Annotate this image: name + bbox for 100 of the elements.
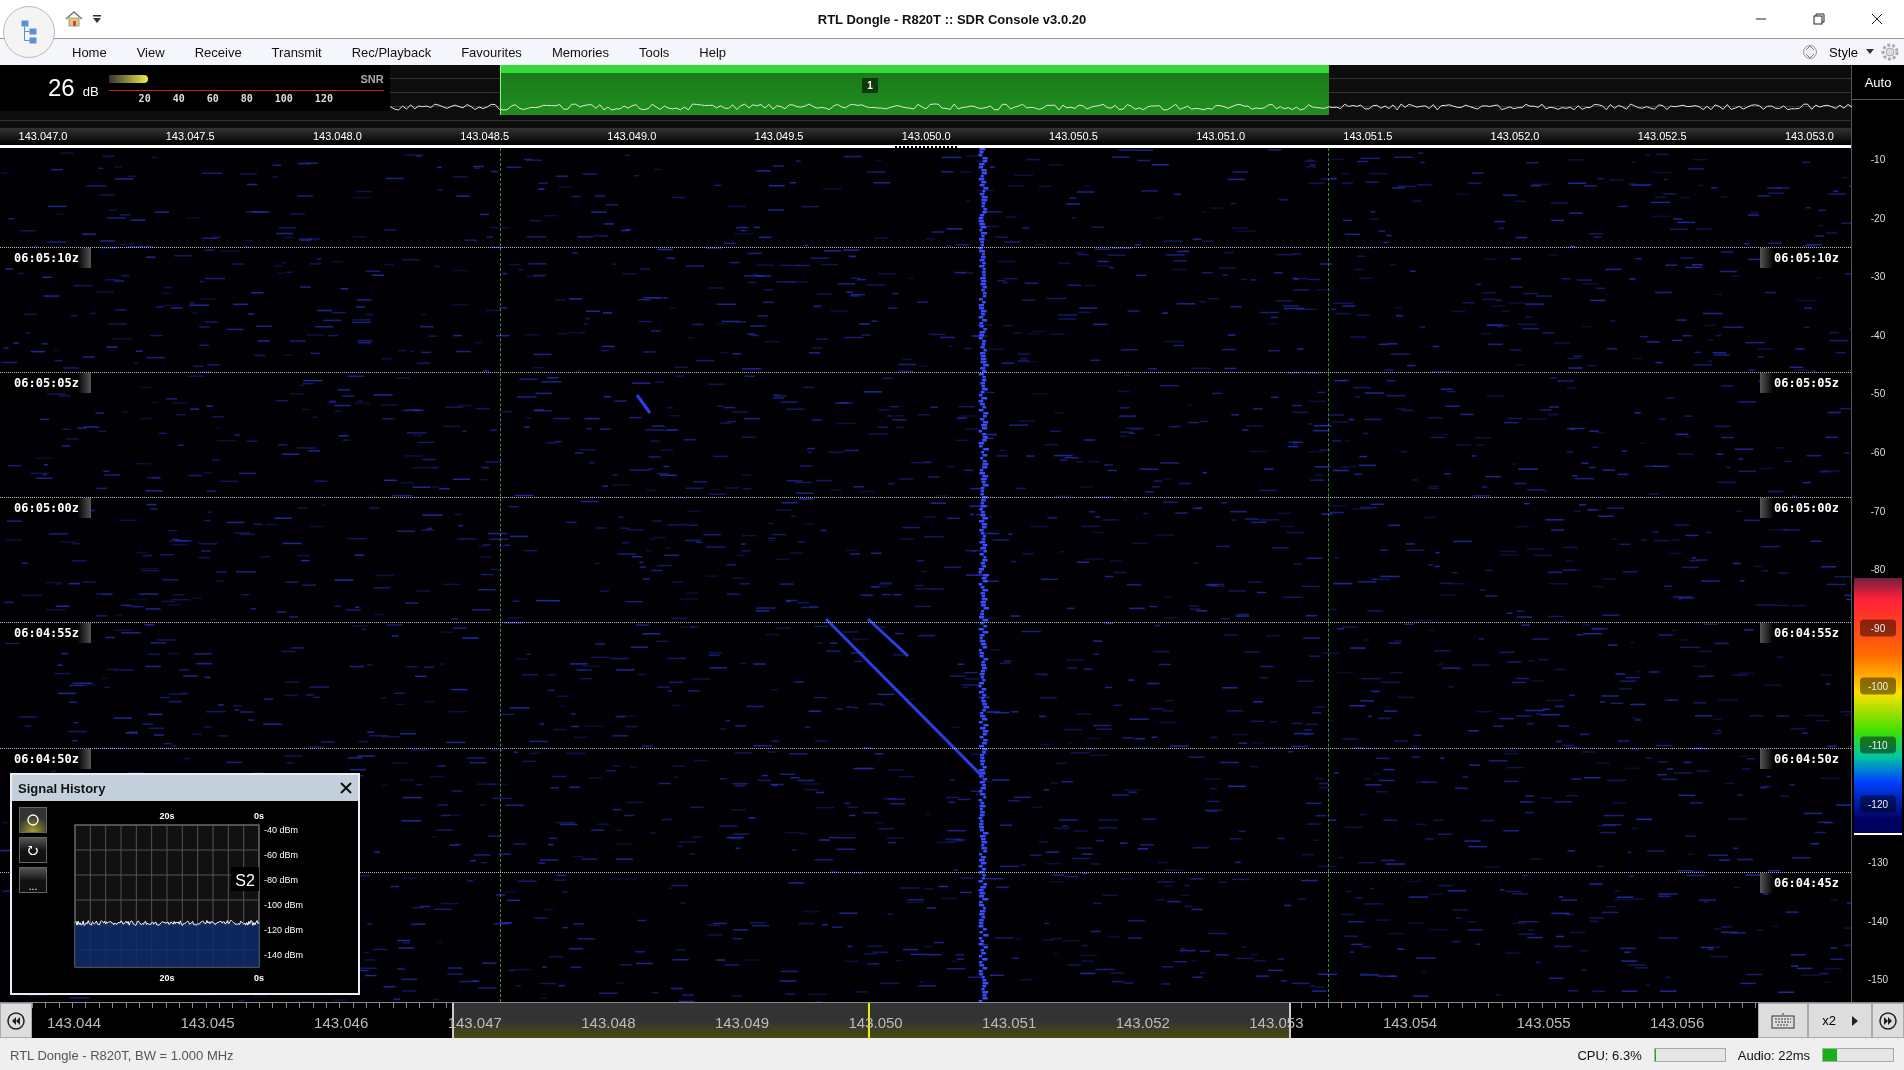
fast-forward-icon: [1879, 1011, 1897, 1030]
auto-button[interactable]: Auto: [1852, 65, 1904, 100]
caret-icon: [1851, 1015, 1858, 1026]
home-icon[interactable]: [65, 11, 83, 27]
keyboard-button[interactable]: [1758, 1003, 1808, 1038]
time-label: 06:05:05z: [0, 373, 92, 393]
status-text: RTL Dongle - R820T, BW = 1.000 MHz: [10, 1047, 234, 1063]
menu-item[interactable]: Transmit: [259, 44, 334, 60]
frequency-label: 143.052.0: [1490, 130, 1540, 142]
menu-item[interactable]: View: [124, 44, 177, 60]
menu-item[interactable]: Help: [687, 44, 739, 60]
time-label: 06:05:00z: [1760, 498, 1852, 518]
level-label: -130: [1867, 856, 1889, 868]
frequency-label: 143.049.5: [754, 130, 804, 142]
scale-label: 60: [206, 92, 219, 104]
level-axis-label: -80 dBm: [264, 875, 298, 885]
frequency-label: 143.053.0: [1784, 130, 1834, 142]
zoom-button[interactable]: x2: [1808, 1003, 1872, 1038]
snr-reading: 26: [48, 74, 75, 102]
level-marker[interactable]: -110: [1860, 736, 1896, 754]
menu-item[interactable]: Favourites: [449, 44, 534, 60]
record-button[interactable]: [19, 807, 47, 833]
frequency-label: 143.049.0: [607, 130, 657, 142]
level-label: -50: [1869, 387, 1887, 399]
frequency-label: 143.044: [46, 1014, 102, 1031]
frequency-label: 143.050.0: [901, 130, 951, 142]
cpu-label: CPU: 6.3%: [1577, 1047, 1642, 1063]
reset-button[interactable]: [19, 837, 47, 863]
frequency-label: 143.048.0: [312, 130, 362, 142]
snr-label: SNR: [360, 72, 384, 85]
close-icon[interactable]: [340, 782, 352, 794]
frequency-label: 143.052.5: [1637, 130, 1687, 142]
refresh-icon: [28, 845, 38, 855]
frequency-label: 143.056: [1650, 1014, 1705, 1031]
scale-label: 120: [314, 92, 333, 104]
frequency-label: 143.049: [714, 1014, 770, 1031]
dropdown-caret-icon[interactable]: [93, 15, 101, 23]
window-title: RTL Dongle - R820T :: SDR Console v3.0.20: [817, 11, 1087, 27]
menu-item[interactable]: Home: [60, 44, 119, 60]
frequency-label: 143.051: [982, 1014, 1037, 1031]
style-menu[interactable]: Style: [1823, 44, 1860, 60]
level-label: -140: [1867, 915, 1889, 927]
time-label: 06:04:55z: [0, 623, 92, 643]
frequency-label: 143.052: [1115, 1014, 1170, 1031]
frequency-label: 143.048: [581, 1014, 636, 1031]
application-button[interactable]: [3, 6, 55, 58]
menu-item[interactable]: Rec/Playback: [339, 44, 444, 60]
frequency-label: 143.047.5: [165, 130, 215, 142]
audio-label: Audio: 22ms: [1737, 1047, 1810, 1063]
scroll-right-button[interactable]: [1872, 1003, 1904, 1038]
time-label: 06:05:10z: [0, 248, 92, 268]
scale-label: 80: [240, 92, 253, 104]
level-marker[interactable]: -90: [1860, 619, 1896, 637]
level-label: -20: [1869, 212, 1887, 224]
level-label: -70: [1869, 505, 1887, 517]
time-label: 06:05:10z: [1760, 248, 1852, 268]
up-down-arrows-icon[interactable]: [1803, 42, 1818, 62]
receiver-passband[interactable]: 1: [500, 65, 1329, 115]
scroll-left-button[interactable]: [0, 1003, 32, 1038]
scale-label: 40: [172, 92, 185, 104]
scale-label: 20: [138, 92, 151, 104]
more-button[interactable]: ...: [19, 867, 47, 893]
level-label: -80: [1869, 563, 1887, 575]
time-axis-label: 20s: [159, 973, 175, 983]
frequency-label: 143.055: [1516, 1014, 1571, 1031]
time-label: 06:04:55z: [1760, 623, 1852, 643]
receiver-marker[interactable]: 1: [862, 78, 878, 93]
scale-label: 100: [274, 92, 293, 104]
level-axis-label: -60 dBm: [264, 850, 298, 860]
level-axis-label: -120 dBm: [264, 925, 304, 935]
frequency-label: 143.050.5: [1048, 130, 1098, 142]
frequency-label: 143.048.5: [460, 130, 510, 142]
time-label: 06:04:50z: [1760, 749, 1852, 769]
level-axis-label: -40 dBm: [264, 825, 298, 835]
rewind-icon: [7, 1011, 25, 1030]
keyboard-icon: [1771, 1012, 1795, 1029]
level-marker[interactable]: -120: [1860, 795, 1896, 813]
s-meter-reading: S2: [235, 872, 255, 889]
level-label: -10: [1869, 153, 1887, 165]
menu-item[interactable]: Memories: [539, 44, 621, 60]
frequency-label: 143.051.0: [1196, 130, 1246, 142]
time-axis-label: 0s: [254, 811, 264, 821]
level-label: -60: [1869, 446, 1887, 458]
menu-item[interactable]: Tools: [626, 44, 682, 60]
level-axis-label: -100 dBm: [264, 900, 304, 910]
circle-icon: [27, 814, 39, 826]
time-axis-label: 0s: [254, 973, 264, 983]
time-label: 06:05:05z: [1760, 373, 1852, 393]
frequency-label: 143.045: [180, 1014, 235, 1031]
network-tree-icon: [21, 20, 37, 44]
menu-item[interactable]: Receive: [182, 44, 254, 60]
level-label: -40: [1869, 329, 1887, 341]
time-axis-label: 20s: [159, 811, 175, 821]
frequency-label: 143.051.5: [1343, 130, 1393, 142]
caret-icon[interactable]: [1866, 49, 1874, 55]
time-label: 06:04:50z: [0, 749, 92, 769]
level-marker[interactable]: -100: [1860, 677, 1896, 695]
level-label: -150: [1867, 973, 1889, 985]
level-label: -30: [1869, 270, 1887, 282]
time-label: 06:05:00z: [0, 498, 92, 518]
